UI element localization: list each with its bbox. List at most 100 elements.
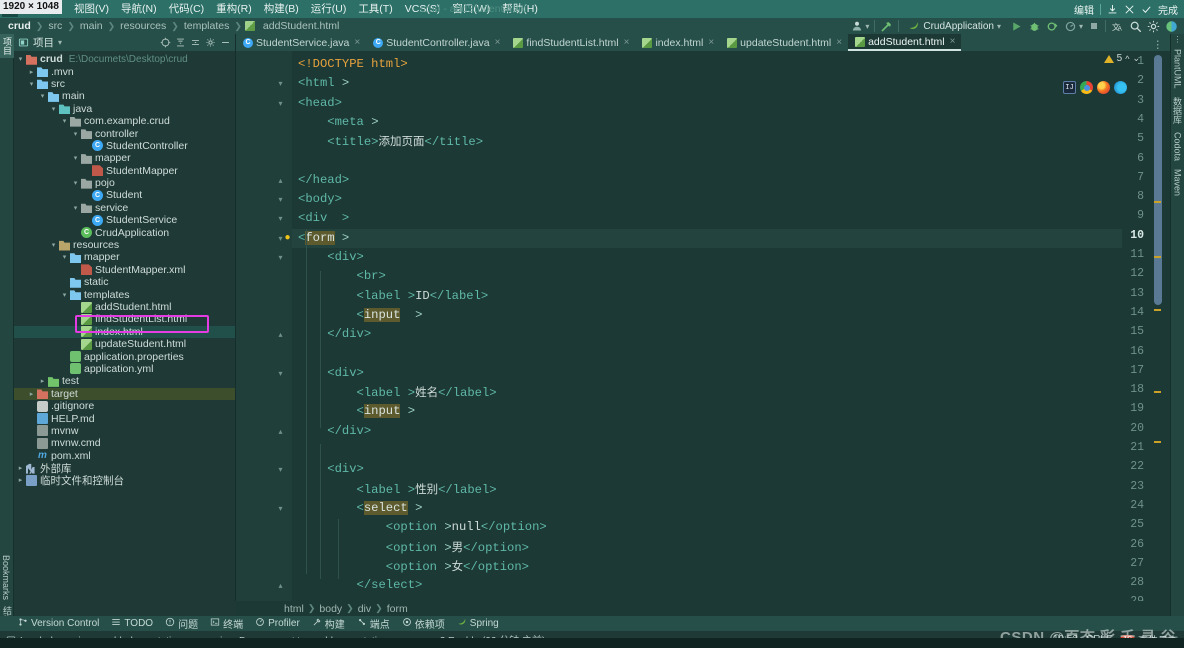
bottom-tab-profiler[interactable]: Profiler: [255, 617, 300, 630]
menu-item-view[interactable]: 视图(V): [68, 0, 115, 18]
code-line[interactable]: <label >ID</label>: [298, 287, 489, 306]
fold-collapse-icon[interactable]: ▾: [276, 99, 285, 108]
run-profiler-button[interactable]: ▾: [1064, 20, 1083, 33]
chevron-right-icon[interactable]: ▸: [16, 476, 25, 484]
tree-item-test[interactable]: ▸ test: [14, 375, 235, 387]
chevron-down-icon[interactable]: ▾: [71, 204, 80, 212]
warning-marker[interactable]: [1154, 309, 1161, 311]
locate-file-icon[interactable]: [160, 37, 171, 48]
chevron-right-icon[interactable]: ▸: [16, 464, 25, 472]
tree-item-studentcontroller[interactable]: StudentController: [14, 140, 235, 152]
code-line[interactable]: <option >男</option>: [298, 538, 529, 557]
browser-preview-bar[interactable]: IJ: [1060, 79, 1130, 96]
code-line[interactable]: <div>: [298, 460, 364, 479]
chevron-down-icon[interactable]: ▾: [60, 291, 69, 299]
chevron-down-icon[interactable]: ▾: [49, 241, 58, 249]
bottom-tab-[interactable]: 依赖项: [402, 616, 445, 631]
intellij-preview-icon[interactable]: IJ: [1063, 81, 1076, 94]
chevron-down-icon[interactable]: ▾: [38, 92, 47, 100]
tree-item-crudapplication[interactable]: CrudApplication: [14, 226, 235, 239]
close-tab-icon[interactable]: ×: [624, 37, 630, 48]
project-tree[interactable]: ▾ crud E:\Documets\Desktop\crud ▸ .mvn ▾ src ▾ m…: [14, 51, 235, 487]
tree-item-static[interactable]: static: [14, 276, 235, 288]
tree-item-mvnw[interactable]: mvnw: [14, 425, 235, 437]
scrollbar-thumb[interactable]: [1154, 55, 1162, 305]
previous-problem-icon[interactable]: ^: [1125, 54, 1129, 64]
menu-item-tools[interactable]: 工具(T): [352, 0, 398, 18]
code-line[interactable]: <label >姓名</label>: [298, 383, 497, 402]
tree-item-controller[interactable]: ▾ controller: [14, 127, 235, 140]
code-line[interactable]: <html >: [298, 74, 349, 93]
chevron-down-icon[interactable]: ▾: [71, 154, 80, 162]
editor-scrollbar[interactable]: [1154, 51, 1162, 601]
close-tab-icon[interactable]: ×: [708, 37, 714, 48]
menu-item-navigate[interactable]: 导航(N): [115, 0, 163, 18]
tree-item-com-example-crud[interactable]: ▾ com.example.crud: [14, 115, 235, 127]
bottom-tab-spring[interactable]: Spring: [457, 617, 499, 630]
firefox-icon[interactable]: [1097, 81, 1110, 94]
tree-item-mapper[interactable]: ▾ mapper: [14, 152, 235, 164]
editor-tab-bar[interactable]: StudentService.java×StudentController.ja…: [236, 34, 1170, 51]
tree-item-mapper[interactable]: ▾ mapper: [14, 251, 235, 263]
code-line[interactable]: <br>: [298, 267, 386, 286]
tree-item-addstudent-html[interactable]: addStudent.html: [14, 301, 235, 313]
fold-end-icon[interactable]: ▴: [276, 581, 285, 590]
fold-collapse-icon[interactable]: ▾: [276, 253, 285, 262]
breadcrumb-item-file[interactable]: addStudent.html: [261, 20, 341, 32]
fold-collapse-icon[interactable]: ▾: [276, 369, 285, 378]
ide-avatar-icon[interactable]: [1165, 20, 1178, 33]
tree-item-templates[interactable]: ▾ templates: [14, 288, 235, 301]
tree-item-target[interactable]: ▸ target: [14, 387, 235, 400]
download-icon[interactable]: [1107, 4, 1118, 15]
close-icon[interactable]: [1124, 4, 1135, 15]
breadcrumb-item-main[interactable]: main: [78, 20, 105, 32]
code-line[interactable]: <div>: [298, 248, 364, 267]
code-line[interactable]: <!DOCTYPE html>: [298, 55, 408, 74]
code-line[interactable]: </head>: [298, 171, 349, 190]
translate-icon[interactable]: 文A: [1111, 20, 1124, 33]
code-line[interactable]: <label >性别</label>: [298, 480, 497, 499]
breadcrumb-item-templates[interactable]: templates: [182, 20, 232, 32]
code-line[interactable]: <option >null</option>: [298, 518, 547, 537]
code-line[interactable]: <div >: [298, 209, 349, 228]
tool-tab-project[interactable]: 项目: [0, 34, 15, 58]
chevron-down-icon[interactable]: ▾: [71, 179, 80, 187]
menu-item-build[interactable]: 构建(B): [258, 0, 305, 18]
chevron-right-icon[interactable]: ▸: [27, 68, 36, 76]
tree-item-studentservice[interactable]: StudentService: [14, 214, 235, 226]
code-line[interactable]: <meta >: [298, 113, 378, 132]
fold-collapse-icon[interactable]: ▾: [276, 79, 285, 88]
edge-icon[interactable]: [1114, 81, 1127, 94]
bottom-tab-version-control[interactable]: Version Control: [18, 617, 99, 630]
tool-tab-bookmarks[interactable]: Bookmarks: [0, 552, 12, 603]
stop-button[interactable]: [1088, 20, 1100, 32]
next-problem-icon[interactable]: ⌄: [1132, 53, 1140, 64]
run-button[interactable]: [1010, 20, 1023, 33]
code-line[interactable]: <title>添加页面</title>: [298, 132, 483, 151]
breadcrumb-item-resources[interactable]: resources: [118, 20, 168, 32]
more-options-icon[interactable]: ⋮: [1174, 36, 1182, 44]
chevron-down-icon[interactable]: ▾: [27, 80, 36, 88]
build-hammer-icon[interactable]: [880, 20, 893, 33]
warning-marker[interactable]: [1154, 391, 1161, 393]
editor-tab-updatestudent-html[interactable]: updateStudent.html ×: [720, 34, 848, 51]
tree-item-[interactable]: ▸ 临时文件和控制台: [14, 474, 235, 487]
code-line[interactable]: <body>: [298, 190, 342, 209]
bottom-tab-[interactable]: 构建: [312, 616, 345, 631]
warning-marker[interactable]: [1154, 256, 1161, 258]
inspection-widget[interactable]: 5 ^ ⌄: [1103, 53, 1140, 64]
menu-item-code[interactable]: 代码(C): [163, 0, 211, 18]
tool-tab-maven[interactable]: Maven: [1172, 166, 1184, 199]
code-line[interactable]: <input >: [298, 402, 415, 421]
run-configuration-selector[interactable]: CrudApplication ▾: [904, 20, 1005, 32]
chevron-down-icon[interactable]: ▾: [58, 38, 62, 47]
code-editor[interactable]: 1 2 ▾ 3 ▾ 4 5 6 7 ▴ 8 ▾ 9 ▾ 10 ▾ ● 11 ▾ 12 13 14 15 ▴ 16 17 ▾ 18 19 2…: [236, 51, 1170, 601]
code-content[interactable]: <!DOCTYPE html> <html > <head> <meta > <ti…: [292, 51, 1170, 601]
code-line[interactable]: <option >女</option>: [298, 557, 529, 576]
editor-tab-addstudent-html[interactable]: addStudent.html ×: [848, 34, 962, 51]
code-line[interactable]: <div>: [298, 364, 364, 383]
fold-end-icon[interactable]: ▴: [276, 427, 285, 436]
editor-breadcrumb-div[interactable]: div: [358, 603, 371, 615]
tree-item-service[interactable]: ▾ service: [14, 202, 235, 214]
chevron-down-icon[interactable]: ▾: [71, 130, 80, 138]
